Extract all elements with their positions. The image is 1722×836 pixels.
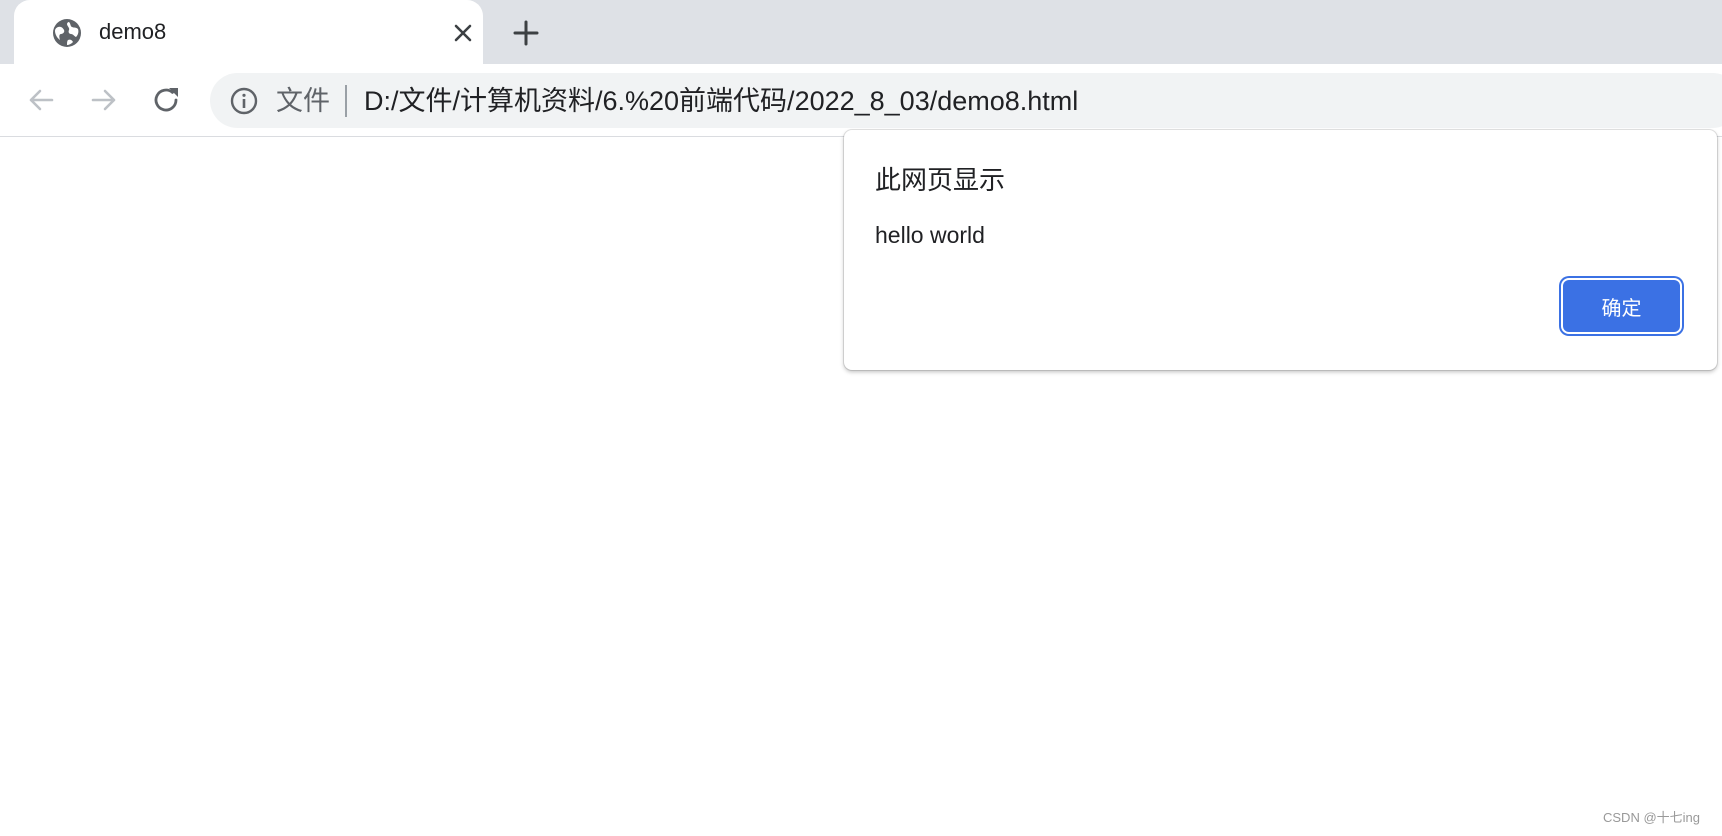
address-bar[interactable]: 文件 D:/文件/计算机资料/6.%20前端代码/2022_8_03/demo8… <box>210 73 1722 128</box>
tab-title: demo8 <box>99 19 167 44</box>
alert-dialog: 此网页显示 hello world 确定 <box>844 130 1717 370</box>
info-icon[interactable] <box>229 86 259 116</box>
ok-button[interactable]: 确定 <box>1563 280 1680 332</box>
dialog-title: 此网页显示 <box>875 165 1006 195</box>
tab-strip: demo8 <box>0 0 1722 64</box>
scheme-label: 文件 <box>276 86 330 116</box>
omnibox-divider <box>345 85 347 117</box>
arrow-left-icon[interactable] <box>25 84 57 116</box>
url-text[interactable]: D:/文件/计算机资料/6.%20前端代码/2022_8_03/demo8.ht… <box>364 85 1078 117</box>
reload-icon[interactable] <box>151 84 183 116</box>
dialog-message: hello world <box>875 222 985 248</box>
plus-icon[interactable] <box>511 18 541 48</box>
close-icon[interactable] <box>450 20 476 46</box>
watermark: CSDN @十七ing <box>1603 810 1700 825</box>
browser-toolbar: 文件 D:/文件/计算机资料/6.%20前端代码/2022_8_03/demo8… <box>0 64 1722 137</box>
browser-tab[interactable]: demo8 <box>14 0 483 64</box>
arrow-right-icon[interactable] <box>88 84 120 116</box>
globe-icon <box>53 19 81 47</box>
